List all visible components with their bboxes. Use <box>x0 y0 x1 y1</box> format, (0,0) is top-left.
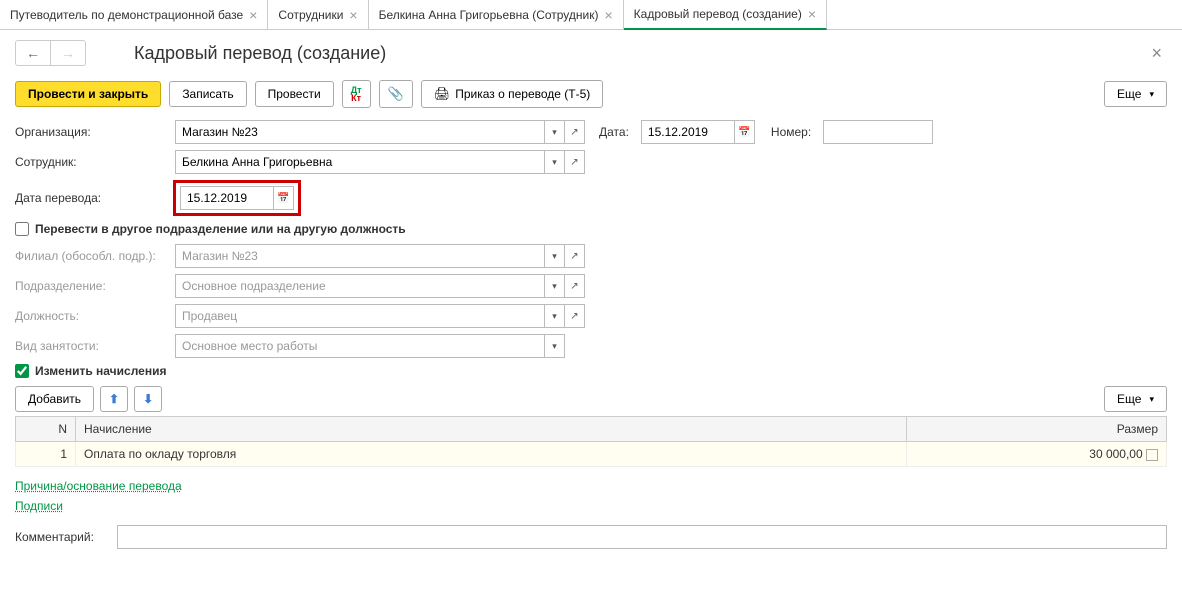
col-n: N <box>16 417 76 442</box>
arrow-down-icon: ⬇ <box>143 392 153 406</box>
dropdown-icon[interactable]: ▾ <box>545 120 565 144</box>
open-icon[interactable] <box>565 120 585 144</box>
employee-label: Сотрудник: <box>15 155 173 169</box>
tab-employee-card[interactable]: Белкина Анна Григорьевна (Сотрудник)× <box>369 0 624 29</box>
calendar-icon[interactable] <box>274 186 294 210</box>
comment-label: Комментарий: <box>15 530 115 544</box>
nav-buttons: ← → <box>15 40 86 66</box>
open-icon[interactable] <box>565 150 585 174</box>
employee-input[interactable] <box>175 150 545 174</box>
highlighted-transfer-date <box>173 180 301 216</box>
tab-transfer[interactable]: Кадровый перевод (создание)× <box>624 0 827 30</box>
position-input <box>175 304 545 328</box>
transfer-checkbox-label: Перевести в другое подразделение или на … <box>35 222 406 236</box>
arrow-up-icon: ⬆ <box>109 392 119 406</box>
debit-credit-button[interactable]: ДтКт <box>342 80 371 108</box>
number-label: Номер: <box>771 125 811 139</box>
table-row[interactable]: 1 Оплата по окладу торговля 30 000,00 <box>16 442 1167 467</box>
comment-input[interactable] <box>117 525 1167 549</box>
dropdown-icon[interactable]: ▾ <box>545 150 565 174</box>
move-down-button[interactable]: ⬇ <box>134 386 162 412</box>
date-input[interactable] <box>641 120 735 144</box>
branch-label: Филиал (обособл. подр.): <box>15 249 173 263</box>
tab-employees[interactable]: Сотрудники× <box>268 0 368 29</box>
reason-link[interactable]: Причина/основание перевода <box>15 479 1167 493</box>
close-icon[interactable]: × <box>249 7 257 23</box>
move-up-button[interactable]: ⬆ <box>100 386 128 412</box>
print-order-button[interactable]: Приказ о переводе (Т-5) <box>421 80 604 108</box>
transfer-date-input[interactable] <box>180 186 274 210</box>
attach-button[interactable] <box>379 80 413 108</box>
close-icon[interactable]: × <box>808 6 816 22</box>
row-detail-icon[interactable] <box>1146 449 1158 461</box>
change-accruals-checkbox[interactable] <box>15 364 29 378</box>
position-label: Должность: <box>15 309 173 323</box>
branch-input <box>175 244 545 268</box>
close-icon[interactable]: × <box>604 7 612 23</box>
transfer-date-label: Дата перевода: <box>15 191 173 205</box>
open-icon <box>565 304 585 328</box>
dropdown-icon: ▾ <box>545 244 565 268</box>
forward-button[interactable]: → <box>51 41 85 65</box>
calendar-icon[interactable] <box>735 120 755 144</box>
signatures-link[interactable]: Подписи <box>15 499 1167 513</box>
division-label: Подразделение: <box>15 279 173 293</box>
org-input[interactable] <box>175 120 545 144</box>
number-input[interactable] <box>823 120 933 144</box>
dropdown-icon: ▾ <box>545 334 565 358</box>
open-icon <box>565 274 585 298</box>
change-accruals-label: Изменить начисления <box>35 364 166 378</box>
print-icon <box>434 86 451 102</box>
employment-label: Вид занятости: <box>15 339 173 353</box>
close-icon[interactable]: × <box>349 7 357 23</box>
paperclip-icon <box>388 86 404 102</box>
post-button[interactable]: Провести <box>255 81 334 107</box>
tab-guide[interactable]: Путеводитель по демонстрационной базе× <box>0 0 268 29</box>
transfer-checkbox[interactable] <box>15 222 29 236</box>
page-title: Кадровый перевод (создание) <box>134 43 386 64</box>
col-size: Размер <box>907 417 1167 442</box>
dropdown-icon: ▾ <box>545 274 565 298</box>
back-button[interactable]: ← <box>16 41 51 65</box>
tab-bar: Путеводитель по демонстрационной базе× С… <box>0 0 1182 30</box>
post-and-close-button[interactable]: Провести и закрыть <box>15 81 161 107</box>
date-label: Дата: <box>599 125 629 139</box>
org-label: Организация: <box>15 125 173 139</box>
division-input <box>175 274 545 298</box>
close-form-icon[interactable]: × <box>1146 43 1167 64</box>
write-button[interactable]: Записать <box>169 81 246 107</box>
more-button[interactable]: Еще <box>1104 81 1167 107</box>
col-accrual: Начисление <box>76 417 907 442</box>
table-more-button[interactable]: Еще <box>1104 386 1167 412</box>
accruals-table: N Начисление Размер 1 Оплата по окладу т… <box>15 416 1167 467</box>
dropdown-icon: ▾ <box>545 304 565 328</box>
employment-input <box>175 334 545 358</box>
open-icon <box>565 244 585 268</box>
add-row-button[interactable]: Добавить <box>15 386 94 412</box>
